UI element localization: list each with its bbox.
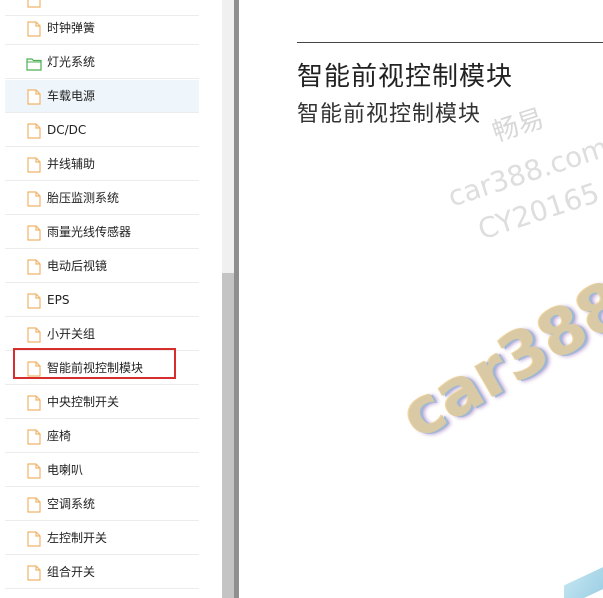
watermark-large: car388.co bbox=[389, 213, 603, 455]
tree-item-label: 中央控制开关 bbox=[47, 395, 120, 409]
tree-item-label: EPS bbox=[47, 293, 70, 307]
document-subtitle: 智能前视控制模块 bbox=[297, 102, 482, 127]
tree-item-label: 胎压监测系统 bbox=[47, 191, 120, 205]
file-icon bbox=[27, 21, 41, 37]
file-icon bbox=[27, 157, 41, 173]
tree-item-label: 车载电源 bbox=[47, 89, 96, 103]
document-view: 智能前视控制模块 智能前视控制模块 畅易 car388.com CY20165 … bbox=[239, 0, 603, 598]
tree-item[interactable]: 胎压监测系统 bbox=[5, 182, 199, 215]
file-icon bbox=[27, 123, 41, 139]
tree-item-label: 小开关组 bbox=[47, 327, 96, 341]
tree-item[interactable]: EPS bbox=[5, 284, 199, 317]
tree-item[interactable]: 座椅 bbox=[5, 420, 199, 453]
tree-item-label: 智能前视控制模块 bbox=[47, 361, 144, 375]
file-icon bbox=[27, 259, 41, 275]
tree-item[interactable]: 灯光系统 bbox=[5, 46, 199, 79]
tree-item-label: 电喇叭 bbox=[47, 463, 84, 477]
file-icon bbox=[27, 497, 41, 513]
tree-item[interactable]: 电动后视镜 bbox=[5, 250, 199, 283]
tree-item[interactable]: 空调系统 bbox=[5, 488, 199, 521]
watermark-chinese: 畅易 bbox=[488, 103, 548, 149]
folder-icon bbox=[26, 56, 42, 72]
file-icon bbox=[27, 327, 41, 343]
tree-item-label: 座椅 bbox=[47, 429, 72, 443]
sidebar-scrollbar-thumb[interactable] bbox=[222, 273, 234, 598]
tree-item-label: DC/DC bbox=[47, 123, 87, 137]
title-rule bbox=[297, 42, 603, 43]
tree-item[interactable]: 小开关组 bbox=[5, 318, 199, 351]
file-icon bbox=[27, 531, 41, 547]
file-icon bbox=[27, 0, 41, 8]
file-icon bbox=[27, 225, 41, 241]
file-icon bbox=[27, 429, 41, 445]
tree-item-label: 空调系统 bbox=[47, 497, 96, 511]
tree-item[interactable]: 车载电源 bbox=[5, 80, 199, 113]
file-icon bbox=[27, 89, 41, 105]
tree-item[interactable]: 雨量光线传感器 bbox=[5, 216, 199, 249]
tree-item-label: 时钟弹簧 bbox=[47, 21, 96, 35]
tree-item[interactable]: 时钟弹簧 bbox=[5, 12, 199, 45]
tree-item-label: 组合开关 bbox=[47, 565, 96, 579]
tree-item-label: 电动后视镜 bbox=[47, 259, 108, 273]
file-icon bbox=[27, 361, 41, 377]
tree-item[interactable]: 并线辅助 bbox=[5, 148, 199, 181]
document-title: 智能前视控制模块 bbox=[297, 62, 514, 92]
tree-item[interactable]: 中央控制开关 bbox=[5, 386, 199, 419]
tree-item-label: 灯光系统 bbox=[47, 55, 96, 69]
tree-item-label: 雨量光线传感器 bbox=[47, 225, 132, 239]
tree-item[interactable]: DC/DC bbox=[5, 114, 199, 147]
tree-item[interactable]: 左控制开关 bbox=[5, 522, 199, 555]
tree-item-label: 左控制开关 bbox=[47, 531, 108, 545]
file-icon bbox=[27, 395, 41, 411]
file-icon bbox=[27, 293, 41, 309]
tree-item[interactable]: 组合开关 bbox=[5, 556, 199, 589]
tree-item-label: 并线辅助 bbox=[47, 157, 96, 171]
file-icon bbox=[27, 463, 41, 479]
watermark-corner-fragment bbox=[564, 566, 603, 598]
tree-item[interactable]: 电喇叭 bbox=[5, 454, 199, 487]
document-tree-sidebar: 时钟弹簧灯光系统车载电源 DC/DC 并线辅助胎压监测系统 雨量光线传感器 电动后视镜 E… bbox=[0, 0, 222, 598]
tree-item[interactable]: 智能前视控制模块 bbox=[5, 352, 199, 385]
file-icon bbox=[27, 565, 41, 581]
file-icon bbox=[27, 191, 41, 207]
